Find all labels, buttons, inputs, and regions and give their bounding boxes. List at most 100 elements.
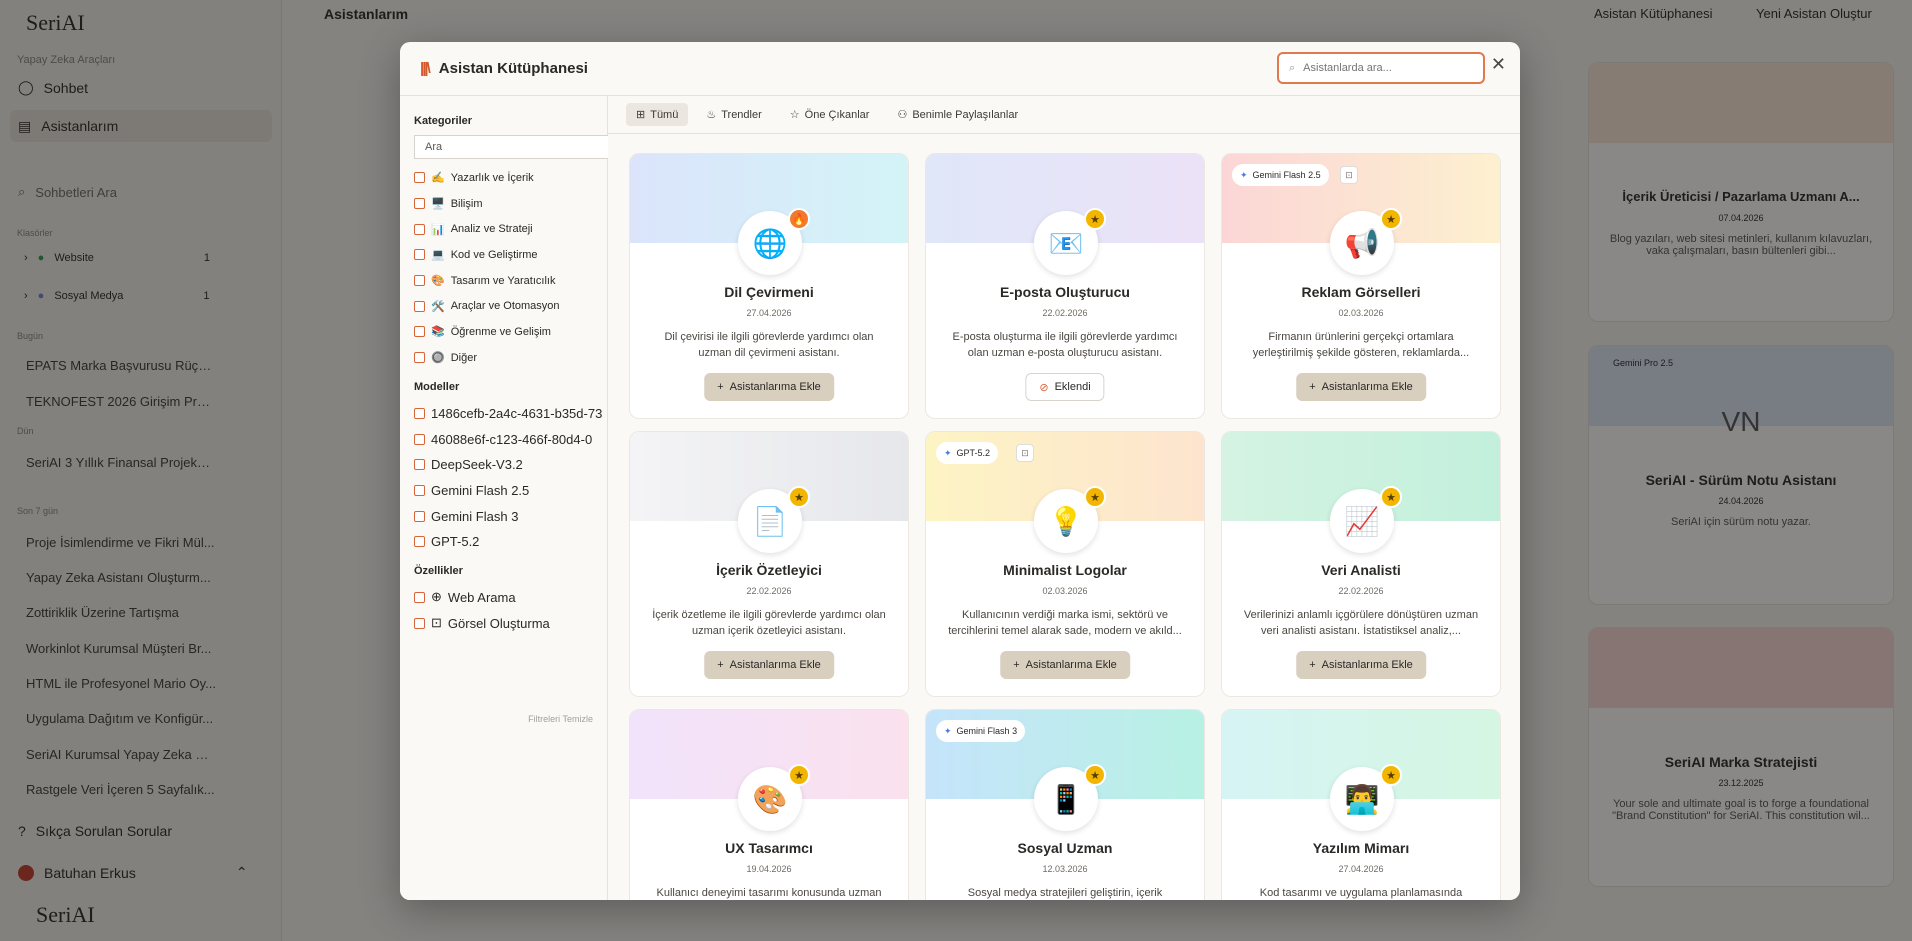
assistant-date: 27.04.2026 (746, 308, 792, 318)
model-filter-1[interactable]: 46088e6f-c123-466f-80d4-0 (414, 426, 607, 452)
checkbox[interactable] (414, 249, 425, 261)
model-tag: ✦ Gemini Flash 2.5 (1232, 164, 1329, 186)
checkbox[interactable] (414, 407, 425, 419)
feature-filter-0[interactable]: ⊕ Web Arama (414, 585, 607, 611)
featured-badge-icon: ★ (788, 486, 810, 508)
add-to-my-assistants-button[interactable]: + Asistanlarıma Ekle (704, 651, 834, 679)
feature-label: Web Arama (447, 589, 516, 605)
category-label: Yazarlık ve İçerik (450, 171, 534, 184)
category-filter-5[interactable]: 🛠️ Araçlar ve Otomasyon (414, 293, 607, 319)
checkbox[interactable] (414, 352, 425, 364)
filter-panel: Kategoriler Ara ✍️ Yazarlık ve İçerik 🖥️ Bi… (400, 96, 608, 900)
assistant-emoji-icon: 📄 (752, 505, 788, 537)
assistant-card[interactable]: 📧 ★ E-posta Oluşturucu 22.02.2026 E-posta ol… (925, 153, 1205, 419)
category-search-input[interactable]: Ara (414, 135, 608, 159)
add-to-my-assistants-button[interactable]: + Asistanlarıma Ekle (1000, 651, 1130, 679)
added-button[interactable]: ⊘ Eklendi (1025, 373, 1105, 401)
category-filter-0[interactable]: ✍️ Yazarlık ve İçerik (414, 165, 607, 191)
category-filter-3[interactable]: 💻 Kod ve Geliştirme (414, 242, 607, 268)
check-icon: ⊘ (1039, 381, 1049, 394)
assistant-date: 02.03.2026 (1042, 586, 1088, 596)
category-filter-2[interactable]: 📊 Analiz ve Strateji (414, 216, 607, 242)
category-label: Öğrenme ve Gelişim (450, 325, 551, 338)
category-emoji-icon: 📚 (431, 326, 445, 339)
model-tag-label: Gemini Flash 2.5 (1252, 170, 1321, 180)
library-tabs: ⊞ Tümü ♨ Trendler ☆ Öne Çıkanlar ⚇ Benimle P… (608, 96, 1520, 134)
featured-badge-icon: ★ (788, 764, 810, 786)
assistant-card[interactable]: 📈 ★ Veri Analisti 22.02.2026 Verilerinizi an… (1221, 431, 1501, 697)
model-tag: ✦ Gemini Flash 3 (936, 720, 1026, 742)
assistant-emoji-icon: 📱 (1048, 783, 1084, 815)
checkbox[interactable] (414, 433, 425, 445)
tab-trends[interactable]: ♨ Trendler (696, 103, 771, 126)
model-label: 1486cefb-2a4c-4631-b35d-73 (431, 405, 603, 421)
checkbox[interactable] (414, 617, 425, 629)
plus-icon: + (1013, 659, 1020, 671)
checkbox[interactable] (414, 326, 425, 338)
clear-filters-button[interactable]: Filtreleri Temizle (528, 714, 593, 724)
tab-featured[interactable]: ☆ Öne Çıkanlar (780, 103, 880, 126)
add-to-my-assistants-button[interactable]: + Asistanlarıma Ekle (1296, 651, 1426, 679)
models-title: Modeller (414, 380, 460, 393)
plus-icon: + (717, 381, 724, 393)
assistant-search[interactable]: ⌕ (1277, 52, 1485, 84)
model-filter-2[interactable]: DeepSeek-V3.2 (414, 452, 607, 478)
category-filter-6[interactable]: 📚 Öğrenme ve Gelişim (414, 319, 607, 345)
assistant-emoji-icon: 📢 (1344, 227, 1380, 259)
featured-badge-icon: ★ (1380, 208, 1402, 230)
assistant-name: Minimalist Logolar (1003, 562, 1127, 578)
plus-icon: + (1309, 659, 1316, 671)
tab-all[interactable]: ⊞ Tümü (626, 103, 689, 126)
checkbox[interactable] (414, 223, 425, 235)
model-filter-5[interactable]: GPT-5.2 (414, 529, 607, 555)
assistant-name: E-posta Oluşturucu (1000, 284, 1130, 300)
checkbox[interactable] (414, 300, 425, 312)
category-filter-7[interactable]: 🔘 Diğer (414, 345, 607, 371)
close-icon[interactable]: ✕ (1491, 54, 1506, 75)
assistant-card[interactable]: 📄 ★ İçerik Özetleyici 22.02.2026 İçerik özet… (629, 431, 909, 697)
assistant-card[interactable]: ✦ GPT-5.2 ⊡ 💡 ★ Minimalist Logolar 02.03.2026 K… (925, 431, 1205, 697)
featured-badge-icon: ★ (1084, 208, 1106, 230)
checkbox[interactable] (414, 459, 425, 471)
assistant-card[interactable]: 👨‍💻 ★ Yazılım Mimarı 27.04.2026 Kod tasarımı… (1221, 709, 1501, 900)
button-label: Eklendi (1054, 381, 1091, 393)
assistant-card[interactable]: 🌐 🔥 Dil Çevirmeni 27.04.2026 Dil çevirisi il… (629, 153, 909, 419)
checkbox[interactable] (414, 536, 425, 548)
model-filter-0[interactable]: 1486cefb-2a4c-4631-b35d-73 (414, 401, 607, 427)
assistant-card[interactable]: 🎨 ★ UX Tasarımcı 19.04.2026 Kullanıcı deneyi… (629, 709, 909, 900)
category-emoji-icon: 🖥️ (431, 198, 445, 211)
model-list: 1486cefb-2a4c-4631-b35d-73 46088e6f-c123-… (414, 401, 607, 555)
checkbox[interactable] (414, 198, 425, 210)
search-icon: ⌕ (1289, 61, 1296, 74)
assistant-name: UX Tasarımcı (725, 840, 813, 856)
checkbox[interactable] (414, 510, 425, 522)
modal-title: Asistan Kütüphanesi (438, 60, 588, 77)
category-filter-1[interactable]: 🖥️ Bilişim (414, 191, 607, 217)
checkbox[interactable] (414, 591, 425, 603)
assistant-description: Kod tasarımı ve uygulama planlamasında (1259, 887, 1463, 899)
model-filter-3[interactable]: Gemini Flash 2.5 (414, 478, 607, 504)
feature-filter-1[interactable]: ⊡ Görsel Oluşturma (414, 610, 607, 636)
trending-badge-icon: 🔥 (788, 208, 810, 230)
checkbox[interactable] (414, 172, 425, 184)
tab-shared-with-me[interactable]: ⚇ Benimle Paylaşılanlar (887, 103, 1028, 126)
model-tag: ✦ GPT-5.2 (936, 442, 999, 464)
assistant-search-input[interactable] (1303, 62, 1464, 74)
assistant-description: Kullanıcının verdiği marka ismi, sektörü… (948, 609, 1182, 637)
assistant-card[interactable]: ✦ Gemini Flash 3 📱 ★ Sosyal Uzman 12.03.2026 S… (925, 709, 1205, 900)
checkbox[interactable] (414, 275, 425, 287)
assistant-description: İçerik özetleme ile ilgili görevlerde ya… (652, 609, 886, 637)
assistant-card[interactable]: ✦ Gemini Flash 2.5 ⊡ 📢 ★ Reklam Görselleri 02.… (1221, 153, 1501, 419)
globe-icon: ⊕ (431, 589, 442, 605)
add-to-my-assistants-button[interactable]: + Asistanlarıma Ekle (704, 373, 834, 401)
checkbox[interactable] (414, 484, 425, 496)
assistant-description: Sosyal medya stratejileri geliştirin, iç… (967, 887, 1163, 899)
assistant-emoji-icon: 🎨 (752, 783, 788, 815)
category-filter-4[interactable]: 🎨 Tasarım ve Yaratıcılık (414, 268, 607, 294)
model-filter-4[interactable]: Gemini Flash 3 (414, 503, 607, 529)
model-tag-label: GPT-5.2 (956, 448, 991, 458)
category-emoji-icon: 📊 (431, 223, 445, 236)
features-title: Özellikler (414, 564, 463, 577)
add-to-my-assistants-button[interactable]: + Asistanlarıma Ekle (1296, 373, 1426, 401)
model-icon: ✦ (944, 447, 952, 458)
